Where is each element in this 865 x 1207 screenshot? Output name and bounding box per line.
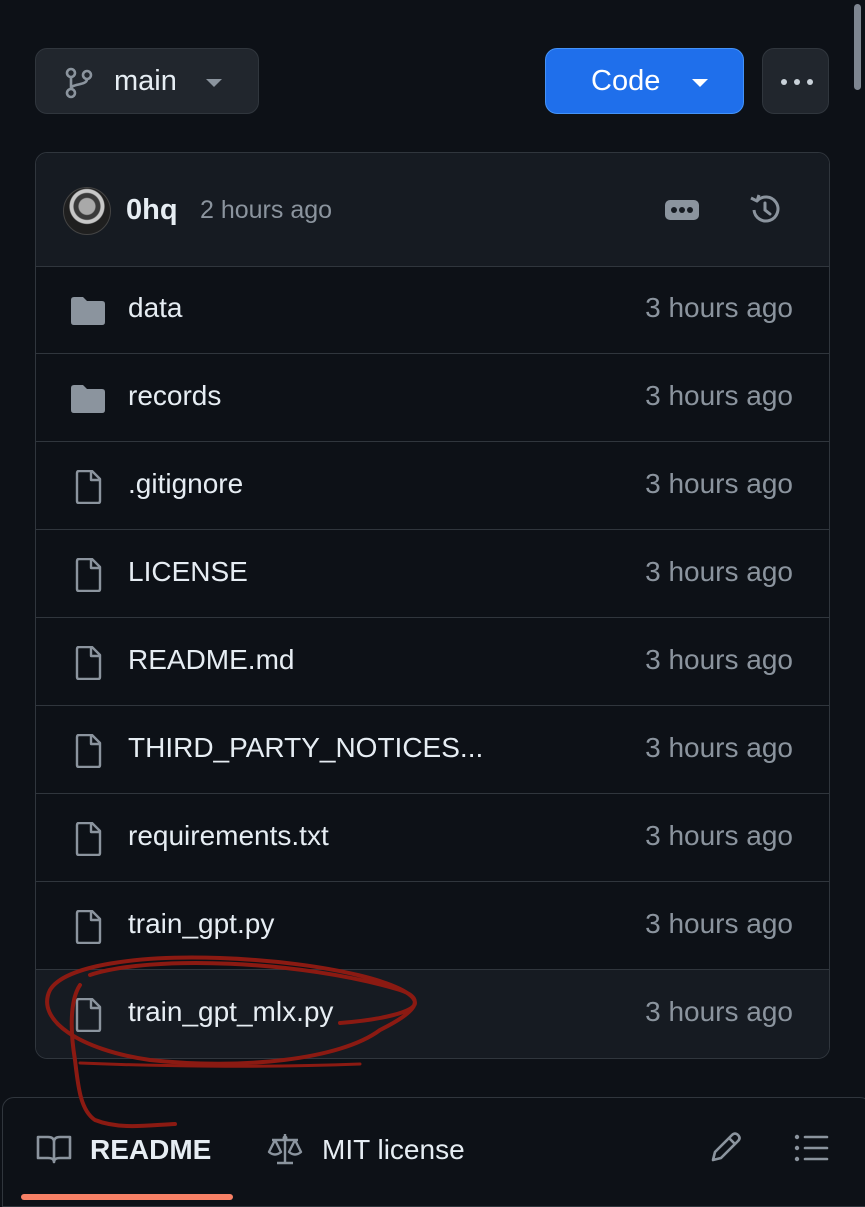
file-icon	[75, 910, 102, 944]
commit-author[interactable]: 0hq	[126, 194, 178, 227]
file-icon	[75, 998, 102, 1032]
file-row-readme[interactable]: README.md 3 hours ago	[36, 618, 829, 706]
chevron-down-icon	[206, 79, 222, 87]
ellipsis-icon[interactable]	[665, 200, 699, 220]
page-scrollbar[interactable]	[851, 0, 865, 1200]
branch-selector-button[interactable]: main	[35, 48, 259, 114]
scrollbar-thumb[interactable]	[854, 4, 861, 90]
ellipsis-dot	[671, 207, 677, 213]
law-icon	[267, 1134, 303, 1165]
file-icon	[75, 734, 102, 768]
file-icon	[75, 646, 102, 680]
file-row-records[interactable]: records 3 hours ago	[36, 354, 829, 442]
file-time: 3 hours ago	[645, 644, 793, 675]
file-name[interactable]: .gitignore	[128, 468, 243, 500]
file-time: 3 hours ago	[645, 468, 793, 499]
file-name[interactable]: train_gpt.py	[128, 908, 274, 940]
ellipsis-dot	[687, 207, 693, 213]
kebab-dot	[794, 79, 800, 85]
file-name[interactable]: LICENSE	[128, 556, 248, 588]
pencil-icon[interactable]	[707, 1130, 743, 1166]
file-name[interactable]: requirements.txt	[128, 820, 329, 852]
file-row-data[interactable]: data 3 hours ago	[36, 266, 829, 354]
readme-tab-bar: README MIT license	[2, 1097, 865, 1207]
file-time: 3 hours ago	[645, 292, 793, 323]
latest-commit-row: 0hq 2 hours ago	[36, 153, 829, 267]
branch-name: main	[114, 65, 177, 97]
code-button-label: Code	[591, 65, 661, 97]
folder-icon	[71, 385, 105, 413]
file-time: 3 hours ago	[645, 996, 793, 1027]
git-branch-icon	[65, 67, 93, 99]
file-row-third-party-notices[interactable]: THIRD_PARTY_NOTICES... 3 hours ago	[36, 706, 829, 794]
file-icon	[75, 558, 102, 592]
book-icon	[36, 1135, 72, 1164]
file-name[interactable]: records	[128, 380, 221, 412]
file-name[interactable]: README.md	[128, 644, 294, 676]
ellipsis-dot	[679, 207, 685, 213]
file-time: 3 hours ago	[645, 556, 793, 587]
kebab-horizontal-icon	[781, 79, 787, 85]
kebab-dot	[807, 79, 813, 85]
file-row-train-gpt[interactable]: train_gpt.py 3 hours ago	[36, 882, 829, 970]
file-row-gitignore[interactable]: .gitignore 3 hours ago	[36, 442, 829, 530]
file-icon	[75, 822, 102, 856]
avatar[interactable]	[63, 187, 111, 235]
file-browser: 0hq 2 hours ago data 3 hours ago records…	[35, 152, 830, 1059]
file-time: 3 hours ago	[645, 908, 793, 939]
file-icon	[75, 470, 102, 504]
file-name[interactable]: train_gpt_mlx.py	[128, 996, 333, 1028]
commit-time: 2 hours ago	[200, 196, 333, 224]
more-options-button[interactable]	[762, 48, 829, 114]
folder-icon	[71, 297, 105, 325]
file-time: 3 hours ago	[645, 380, 793, 411]
file-row-requirements[interactable]: requirements.txt 3 hours ago	[36, 794, 829, 882]
file-time: 3 hours ago	[645, 820, 793, 851]
tab-readme-label: README	[90, 1134, 212, 1165]
chevron-down-icon	[692, 79, 708, 87]
file-name[interactable]: data	[128, 292, 183, 324]
file-name[interactable]: THIRD_PARTY_NOTICES...	[128, 732, 483, 764]
list-unordered-icon[interactable]	[793, 1132, 829, 1164]
history-icon[interactable]	[746, 191, 784, 229]
active-tab-indicator	[21, 1194, 233, 1200]
code-button[interactable]: Code	[545, 48, 744, 114]
file-time: 3 hours ago	[645, 732, 793, 763]
tab-license-label: MIT license	[322, 1134, 465, 1165]
file-row-train-gpt-mlx[interactable]: train_gpt_mlx.py 3 hours ago	[36, 970, 829, 1058]
file-row-license[interactable]: LICENSE 3 hours ago	[36, 530, 829, 618]
